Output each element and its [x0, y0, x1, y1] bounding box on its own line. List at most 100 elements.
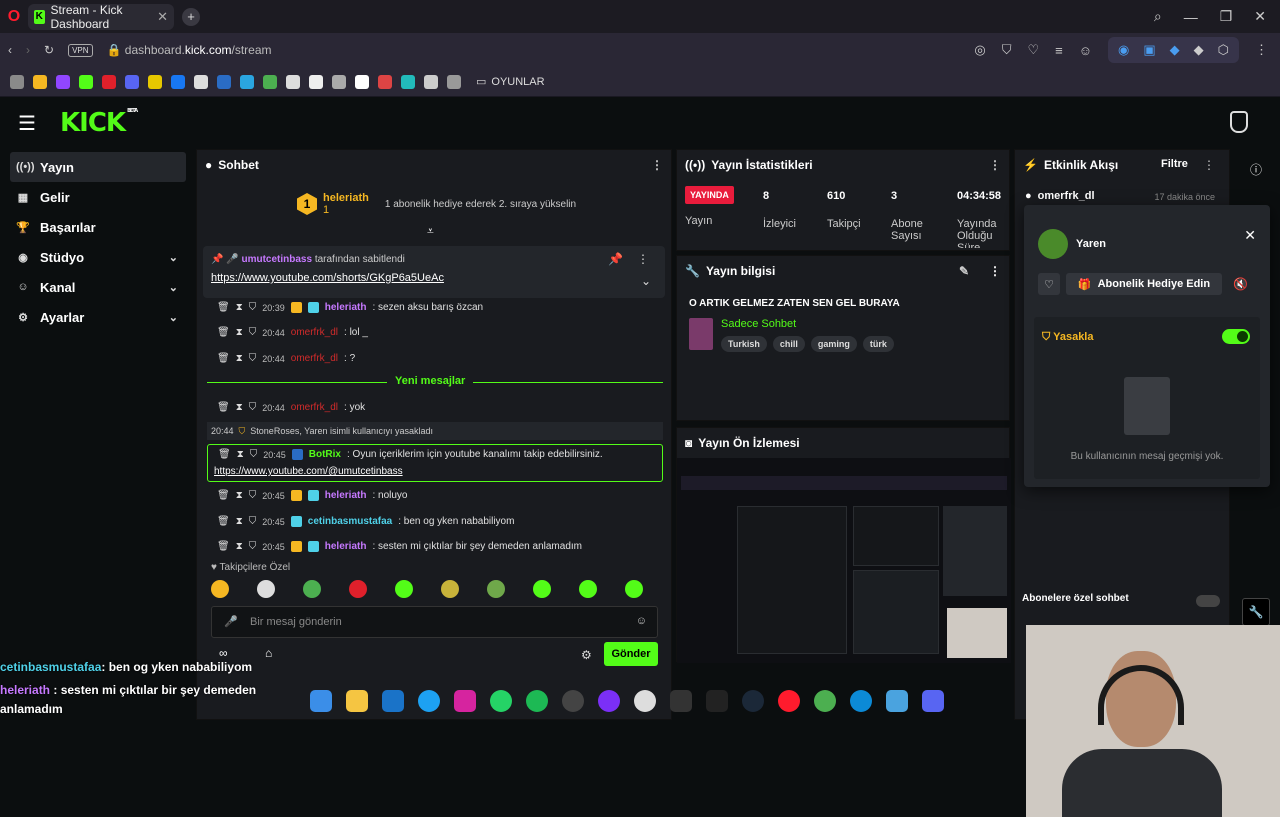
vpn-badge[interactable]: VPN [68, 43, 93, 57]
delete-icon[interactable]: 🗑 [218, 449, 231, 460]
windows-start-icon[interactable] [310, 690, 332, 712]
outlook-icon[interactable] [382, 690, 404, 712]
bookmark-icon[interactable] [378, 74, 392, 89]
bookmark-icon[interactable] [194, 74, 208, 89]
gift-sub-button[interactable]: 🎁 Abonelik Hediye Edin [1066, 273, 1222, 295]
bookmark-icon[interactable] [332, 74, 346, 89]
heart-icon[interactable]: ♡ [1027, 42, 1039, 58]
emote-icon[interactable] [441, 580, 459, 598]
timeout-icon[interactable]: ⧗ [236, 402, 243, 413]
edge-icon[interactable] [850, 690, 872, 712]
camera-icon[interactable]: ◎ [974, 42, 985, 58]
extension-icon[interactable]: ◆ [1170, 42, 1180, 58]
ban-icon[interactable]: ⛉ [249, 327, 257, 338]
bookmark-icon[interactable] [401, 74, 415, 89]
restore-icon[interactable]: ❐ [1220, 8, 1233, 25]
hamburger-menu-icon[interactable]: ☰ [18, 111, 48, 136]
bookmark-icon[interactable] [56, 74, 70, 89]
timeout-icon[interactable]: ⧗ [236, 302, 243, 313]
close-icon[interactable]: ✕ [1244, 227, 1256, 244]
info-icon[interactable]: ⓘ [1250, 161, 1262, 178]
tag[interactable]: türk [862, 336, 894, 352]
ban-icon[interactable]: ⛉ [250, 449, 258, 460]
more-icon[interactable]: ⋮ [1255, 42, 1268, 58]
bookmark-icon[interactable] [240, 74, 254, 89]
delete-icon[interactable]: 🗑 [217, 327, 230, 338]
filter-button[interactable]: Filtre [1161, 158, 1188, 170]
bookmark-icon[interactable] [355, 74, 369, 89]
delete-icon[interactable]: 🗑 [217, 541, 230, 552]
preview-video[interactable] [677, 458, 1011, 663]
bookmark-icon[interactable] [33, 74, 47, 89]
chat-input[interactable]: Bir mesaj gönderin 🎤 ☺ [211, 606, 658, 638]
sidebar-item-gelir[interactable]: ▦ Gelir [10, 182, 186, 212]
new-tab-button[interactable]: + [182, 7, 200, 26]
activity-menu-icon[interactable]: ⋮ [1203, 158, 1215, 172]
delete-icon[interactable]: 🗑 [217, 302, 230, 313]
emote-icon[interactable] [211, 580, 229, 598]
kick-logo[interactable]: KICK BETA [60, 108, 138, 138]
bookmark-icon[interactable] [309, 74, 323, 89]
app-icon[interactable] [598, 690, 620, 712]
whatsapp-icon[interactable] [490, 690, 512, 712]
file-explorer-icon[interactable] [346, 690, 368, 712]
timeout-icon[interactable]: ⧗ [237, 449, 244, 460]
scroll-down-icon[interactable]: ⩡ [427, 224, 434, 239]
discord-icon[interactable] [922, 690, 944, 712]
sidebar-item-kanal[interactable]: ☺ Kanal ⌄ [10, 272, 186, 302]
bookmark-icon[interactable] [171, 74, 185, 89]
translate-icon[interactable]: ▣ [1143, 42, 1155, 58]
tag[interactable]: Turkish [721, 336, 767, 352]
pinned-link[interactable]: https://www.youtube.com/shorts/GKgP6a5Ue… [211, 272, 444, 284]
bookmark-icon[interactable] [286, 74, 300, 89]
bookmark-icon[interactable] [148, 74, 162, 89]
emote-icon[interactable] [395, 580, 413, 598]
timeout-icon[interactable]: ⧗ [236, 327, 243, 338]
tag[interactable]: gaming [810, 336, 857, 352]
reload-icon[interactable]: ↻ [44, 43, 54, 57]
opera-logo-icon[interactable]: O [0, 0, 28, 33]
opera-icon[interactable] [778, 690, 800, 712]
shield-icon[interactable]: ⛉ [1002, 42, 1012, 58]
mute-icon[interactable]: 🔇 [1233, 277, 1248, 291]
ban-icon[interactable]: ⛉ [249, 541, 257, 552]
emote-icon[interactable] [533, 580, 551, 598]
emote-icon[interactable] [303, 580, 321, 598]
emote-icon[interactable] [349, 580, 367, 598]
chevron-down-icon[interactable]: ⌄ [641, 274, 651, 288]
delete-icon[interactable]: 🗑 [217, 516, 230, 527]
bookmark-icon[interactable] [447, 74, 461, 89]
pinned-menu-icon[interactable]: ⋮ [637, 252, 649, 266]
follow-heart-button[interactable]: ♡ [1038, 273, 1060, 295]
category-name[interactable]: Sadece Sohbet [721, 318, 796, 330]
pin-icon[interactable]: 📌 [608, 252, 623, 266]
instagram-icon[interactable] [454, 690, 476, 712]
twitter-icon[interactable] [418, 690, 440, 712]
ban-icon[interactable]: ⛉ [249, 353, 257, 364]
tag[interactable]: chill [772, 336, 805, 352]
steam-icon[interactable] [742, 690, 764, 712]
bookmark-icon[interactable] [102, 74, 116, 89]
edit-icon[interactable]: ✎ [959, 264, 969, 278]
extension-icon[interactable]: ⬡ [1218, 42, 1229, 58]
forward-icon[interactable]: › [26, 43, 30, 57]
info-menu-icon[interactable]: ⋮ [989, 264, 1001, 278]
subs-only-toggle[interactable] [1196, 595, 1220, 607]
close-window-icon[interactable]: ✕ [1254, 8, 1266, 25]
ban-icon[interactable]: ⛉ [249, 490, 257, 501]
bookmark-icon[interactable] [263, 74, 277, 89]
emote-icon[interactable] [579, 580, 597, 598]
bookmark-icon[interactable] [125, 74, 139, 89]
timeout-icon[interactable]: ⧗ [236, 516, 243, 527]
app-icon[interactable] [634, 690, 656, 712]
games-icon[interactable] [670, 690, 692, 712]
ban-icon[interactable]: ⛉ [249, 402, 257, 413]
bookmark-folder-oyunlar[interactable]: ▭ OYUNLAR [476, 75, 545, 89]
bookmark-icon[interactable] [10, 74, 24, 89]
emoji-icon[interactable]: ☺ [636, 615, 647, 627]
emote-icon[interactable] [625, 580, 643, 598]
store-icon[interactable]: ⌂ [265, 646, 272, 660]
delete-icon[interactable]: 🗑 [217, 490, 230, 501]
epic-games-icon[interactable] [706, 690, 728, 712]
bot-link[interactable]: https://www.youtube.com/@umutcetinbass [214, 466, 403, 477]
